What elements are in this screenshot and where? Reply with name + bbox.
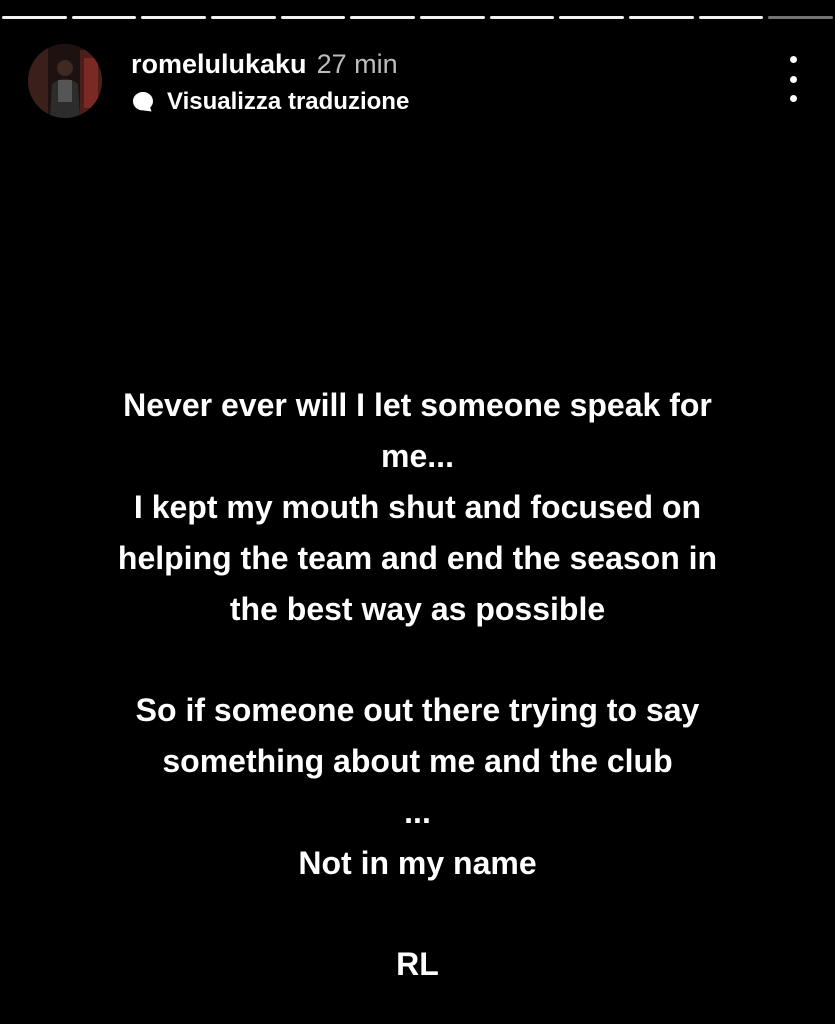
progress-segment [629,16,694,19]
more-vertical-icon-dot [789,95,797,102]
progress-segment [71,16,137,19]
message-line: me... [381,438,454,474]
story-header: romelulukaku 27 min Visualizza traduzione [28,42,805,122]
progress-segment [420,16,485,19]
message-line: Not in my name [298,845,537,881]
progress-segment [280,16,346,19]
username-time-line: romelulukaku 27 min [131,48,398,80]
progress-segment [768,16,834,19]
progress-segment [141,16,207,19]
progress-segment [698,16,764,19]
progress-segment [350,16,416,19]
message-line: I kept my mouth shut and focused on [133,489,702,525]
progress-segment [559,16,625,19]
message-line: helping the team and end the season in [117,540,718,576]
more-vertical-icon-dot [789,56,797,63]
username[interactable]: romelulukaku [131,49,307,79]
avatar-image [28,44,102,118]
progress-segment [211,16,276,19]
translate-label: Visualizza traduzione [167,88,410,115]
message-line: So if someone out there trying to say [135,692,700,728]
message-line: the best way as possible [229,591,606,627]
profile-avatar[interactable] [28,44,102,118]
post-time: 27 min [316,49,398,79]
message-line: ... [404,794,431,830]
progress-segment [489,16,555,19]
more-options-button[interactable] [781,56,805,102]
progress-segment [2,16,67,19]
translate-bubble-icon [133,92,153,112]
more-vertical-icon-dot [789,75,797,83]
translate-button[interactable]: Visualizza traduzione [131,88,409,116]
message-line: something about me and the club [162,743,673,779]
story-progress-bar [2,16,834,20]
story-message: Never ever will I let someone speak for … [40,380,795,990]
message-line: Never ever will I let someone speak for [123,387,712,423]
signature: RL [396,946,439,982]
